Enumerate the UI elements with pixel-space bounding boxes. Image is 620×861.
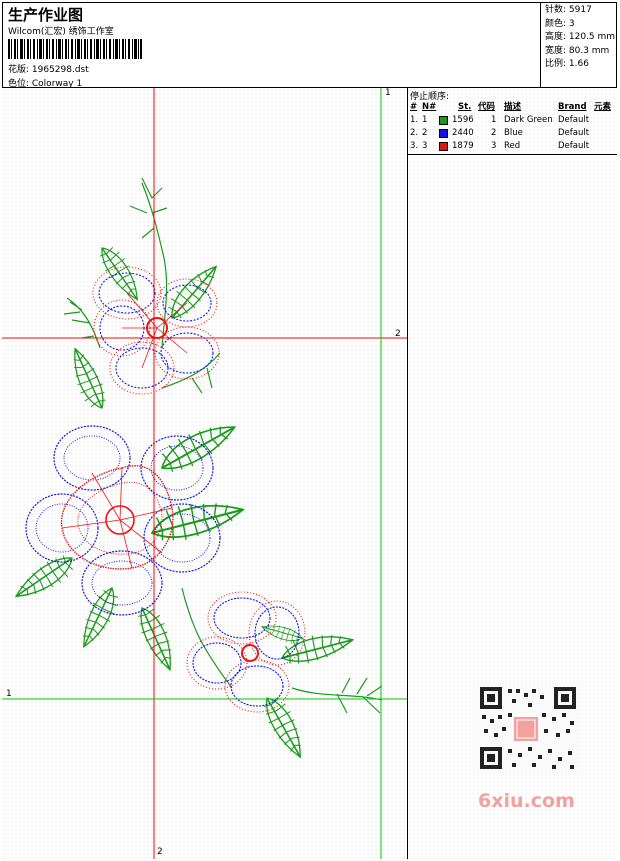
table-row[interactable]: 3. 3 1879 3 Red Default	[408, 140, 617, 153]
row-brand: Default	[558, 128, 590, 138]
design-scale: 比例: 1.66	[545, 59, 589, 69]
row-num: 3.	[410, 141, 419, 151]
stitch-count: 针数: 5917	[545, 5, 592, 15]
flower-large	[25, 425, 221, 616]
page-title: 生产作业图	[8, 6, 84, 24]
design-width: 宽度: 80.3 mm	[545, 45, 610, 56]
row-num: 2.	[410, 128, 419, 138]
col-elem: 元素	[594, 102, 612, 112]
row-desc: Dark Green	[504, 115, 553, 125]
table-row[interactable]: 2. 2 2440 2 Blue Default	[408, 127, 617, 140]
row-brand: Default	[558, 141, 590, 151]
row-stitches: 1596	[452, 115, 474, 125]
row-code: 1	[491, 115, 497, 125]
color-count: 颜色: 3	[545, 18, 575, 29]
green-h-guide-label: 1	[6, 689, 12, 699]
row-n: 2	[422, 128, 428, 138]
table-row[interactable]: 1. 1 1596 1 Dark Green Default	[408, 114, 617, 127]
row-n: 3	[422, 141, 428, 151]
studio-name: Wilcom(汇宏) 绣饰工作室	[8, 27, 114, 37]
row-code: 2	[491, 128, 497, 138]
table-divider	[408, 154, 617, 155]
design-height: 高度: 120.5 mm	[545, 32, 616, 42]
header-panel: 生产作业图 Wilcom(汇宏) 绣饰工作室 花版: 1965298.dst 色…	[2, 2, 617, 89]
color-table: # N# St. 代码 描述 Brand 元素 1. 1 1596 1 Dark…	[408, 101, 617, 153]
row-stitches: 1879	[452, 141, 474, 151]
col-n: N#	[422, 102, 437, 112]
barcode-icon	[8, 39, 142, 59]
watermark-text: 6xiu.com	[478, 790, 575, 812]
color-swatch	[439, 116, 448, 125]
row-desc: Blue	[504, 128, 523, 138]
table-header: # N# St. 代码 描述 Brand 元素	[408, 101, 617, 114]
color-swatch	[439, 142, 448, 151]
col-st: St.	[458, 102, 472, 112]
embroidery-preview	[2, 88, 407, 859]
red-v-guide-label: 2	[157, 847, 163, 857]
qr-code-icon	[472, 683, 582, 773]
col-brand: Brand	[558, 102, 587, 112]
row-desc: Red	[504, 141, 521, 151]
design-canvas[interactable]: 2 2 1 1	[2, 88, 408, 859]
color-swatch	[439, 129, 448, 138]
row-stitches: 2440	[452, 128, 474, 138]
stats-panel: 针数: 5917 颜色: 3 高度: 120.5 mm 宽度: 80.3 mm …	[540, 2, 617, 88]
red-h-guide-label: 2	[395, 329, 401, 339]
col-code: 代码	[478, 102, 496, 112]
leaves	[8, 240, 357, 764]
row-code: 3	[491, 141, 497, 151]
row-n: 1	[422, 115, 428, 125]
col-num: #	[410, 102, 418, 112]
row-num: 1.	[410, 115, 419, 125]
design-file-label: 花版: 1965298.dst	[8, 65, 89, 75]
row-brand: Default	[558, 115, 590, 125]
col-desc: 描述	[504, 102, 522, 112]
green-v-guide-label: 1	[385, 88, 391, 98]
